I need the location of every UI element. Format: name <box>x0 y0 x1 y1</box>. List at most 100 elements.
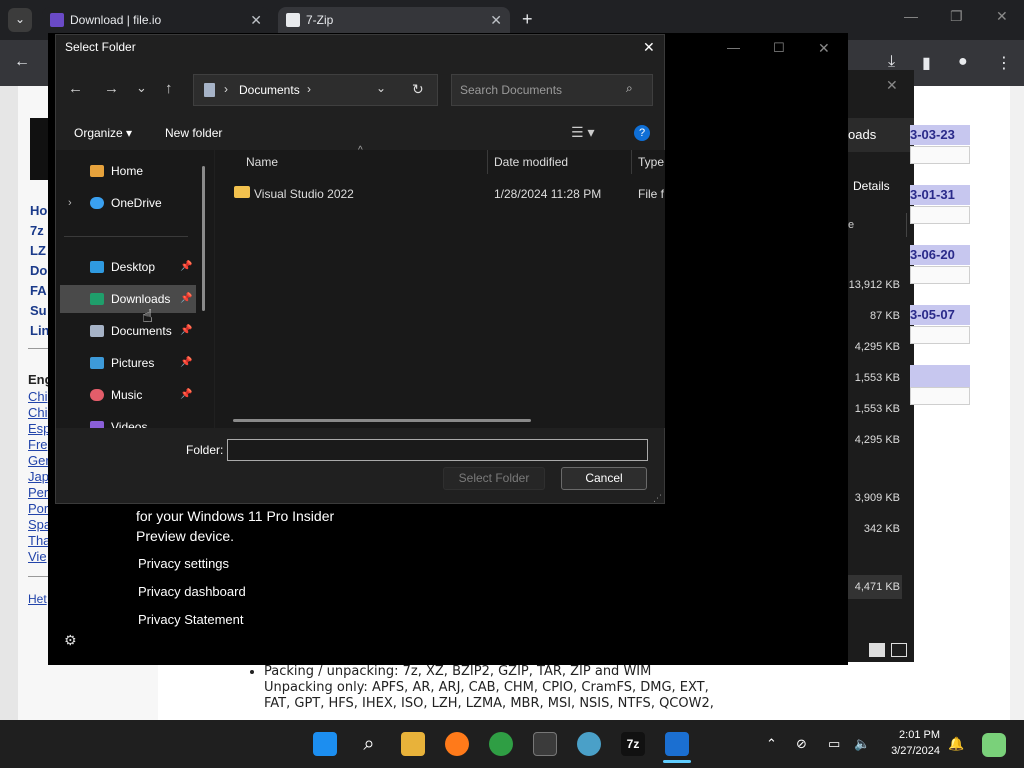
nav-item-desktop[interactable]: Desktop 📌 <box>60 253 196 281</box>
pin-icon[interactable]: 📌 <box>180 253 192 281</box>
nav-link[interactable]: Do <box>30 263 47 278</box>
sidepanel-icon[interactable]: ▮ <box>922 53 931 73</box>
file-explorer-icon[interactable] <box>401 732 425 756</box>
recent-locations-icon[interactable]: ⌄ <box>136 80 147 96</box>
tab-download-fileio[interactable]: Download | file.io ✕ <box>42 7 270 33</box>
nav-item-pictures[interactable]: Pictures 📌 <box>60 349 196 377</box>
column-divider[interactable] <box>631 150 632 174</box>
language-link[interactable]: Vie <box>28 549 47 564</box>
expand-chevron-icon[interactable]: › <box>68 189 72 217</box>
close-window-icon[interactable]: ✕ <box>996 8 1008 25</box>
nav-item-onedrive[interactable]: › OneDrive <box>60 189 196 217</box>
settings-gear-icon[interactable]: ⚙ <box>64 632 77 649</box>
column-divider[interactable] <box>487 150 488 174</box>
forward-icon[interactable]: → <box>104 80 119 97</box>
up-icon[interactable]: ↑ <box>165 80 173 97</box>
nav-link[interactable]: Lin <box>30 323 50 338</box>
page-scrollbar[interactable] <box>1010 86 1024 720</box>
back-icon[interactable]: ← <box>68 80 83 97</box>
minimize-icon[interactable]: — <box>904 8 918 24</box>
view-options-icon[interactable]: ☰ ▾ <box>571 124 594 141</box>
select-folder-button[interactable]: Select Folder <box>443 467 545 490</box>
clock-date[interactable]: 3/27/2024 <box>874 745 940 757</box>
terminal-icon[interactable] <box>533 732 557 756</box>
chrome-icon[interactable] <box>489 732 513 756</box>
search-icon[interactable]: ⌕ <box>357 732 381 756</box>
nav-item-home[interactable]: Home <box>60 157 196 185</box>
close-icon[interactable]: ✕ <box>818 40 830 57</box>
copilot-icon[interactable] <box>982 733 1006 757</box>
tab-downloads[interactable]: oads <box>848 118 914 152</box>
search-input[interactable]: Search Documents ⌕ <box>451 74 653 106</box>
7zip-taskbar-icon[interactable]: 7z <box>621 732 645 756</box>
tiles-view-icon[interactable] <box>891 643 907 657</box>
close-tab-icon[interactable]: ✕ <box>490 7 502 33</box>
restore-icon[interactable]: ❐ <box>950 8 963 25</box>
globe-app-icon[interactable] <box>577 732 601 756</box>
pin-icon[interactable]: 📌 <box>180 381 192 409</box>
maximize-icon[interactable]: ☐ <box>773 40 785 56</box>
nav-link[interactable]: 7z <box>30 223 44 238</box>
address-dropdown-icon[interactable]: ⌄ <box>376 81 386 95</box>
column-name[interactable]: Name <box>246 155 278 169</box>
start-icon[interactable] <box>313 732 337 756</box>
close-icon[interactable]: ✕ <box>886 77 898 94</box>
clock-time[interactable]: 2:01 PM <box>884 729 940 741</box>
table-row[interactable]: Visual Studio 2022 1/28/2024 11:28 PM Fi… <box>224 180 664 208</box>
menu-icon[interactable]: ⋮ <box>996 53 1012 73</box>
resize-grip-icon[interactable]: ⋰ <box>653 493 662 504</box>
nav-link[interactable]: FA <box>30 283 47 298</box>
language-link[interactable]: Fre <box>28 437 48 452</box>
help-icon[interactable]: ? <box>634 125 650 141</box>
dialog-close-icon[interactable]: ✕ <box>643 39 655 56</box>
language-link[interactable]: Jap <box>28 469 49 484</box>
pin-icon[interactable]: 📌 <box>180 285 192 313</box>
network-icon[interactable]: ⊘ <box>796 736 807 752</box>
nav-item-music[interactable]: Music 📌 <box>60 381 196 409</box>
column-type[interactable]: Type <box>638 155 664 169</box>
pin-icon[interactable]: 📌 <box>180 349 192 377</box>
volume-icon[interactable]: 🔈 <box>854 736 870 752</box>
nav-link[interactable]: Su <box>30 303 47 318</box>
details-view-icon[interactable] <box>869 643 885 657</box>
notification-bell-icon[interactable]: 🔔 <box>948 736 964 752</box>
new-tab-button[interactable]: + <box>522 9 533 30</box>
address-bar[interactable]: › Documents › ⌄ ↻ <box>193 74 438 106</box>
tab-list-dropdown[interactable]: ⌄ <box>8 8 32 32</box>
organize-menu[interactable]: Organize ▾ <box>74 126 132 140</box>
privacy-statement-link[interactable]: Privacy Statement <box>138 612 244 627</box>
minimize-icon[interactable]: — <box>727 40 740 55</box>
cancel-button[interactable]: Cancel <box>561 467 647 490</box>
nav-item-videos[interactable]: Videos <box>60 413 196 428</box>
horizontal-scrollbar[interactable] <box>233 419 531 422</box>
nav-link[interactable]: LZ <box>30 243 46 258</box>
column-header[interactable]: e <box>848 213 907 237</box>
download-icon[interactable]: ⤓ <box>888 53 895 71</box>
folder-input[interactable] <box>227 439 648 461</box>
new-folder-button[interactable]: New folder <box>165 126 222 140</box>
language-link[interactable]: Ger <box>28 453 50 468</box>
nav-item-downloads[interactable]: Downloads 📌 <box>60 285 196 313</box>
tab-details[interactable]: Details <box>853 179 890 193</box>
privacy-dashboard-link[interactable]: Privacy dashboard <box>138 584 246 599</box>
nav-link[interactable]: Ho <box>30 203 47 218</box>
privacy-settings-link[interactable]: Privacy settings <box>138 556 229 571</box>
language-link[interactable]: Chi <box>28 405 48 420</box>
back-icon[interactable]: ← <box>14 53 30 71</box>
address-segment[interactable]: Documents <box>239 83 300 97</box>
language-link[interactable]: Per <box>28 485 48 500</box>
help-link[interactable]: Het <box>28 592 47 606</box>
pin-icon[interactable]: 📌 <box>180 317 192 345</box>
nav-scrollbar[interactable] <box>202 166 205 311</box>
nav-item-documents[interactable]: Documents 📌 <box>60 317 196 345</box>
tray-chevron-icon[interactable]: ⌃ <box>766 736 777 752</box>
close-tab-icon[interactable]: ✕ <box>250 7 262 33</box>
language-link[interactable]: Chi <box>28 389 48 404</box>
profile-icon[interactable]: ● <box>958 53 968 71</box>
column-date-modified[interactable]: Date modified <box>494 155 568 169</box>
firefox-icon[interactable] <box>445 732 469 756</box>
language-link[interactable]: Por <box>28 501 48 516</box>
display-icon[interactable]: ▭ <box>828 736 840 752</box>
refresh-icon[interactable]: ↻ <box>412 81 424 98</box>
tab-7zip[interactable]: 7-Zip ✕ <box>278 7 510 33</box>
